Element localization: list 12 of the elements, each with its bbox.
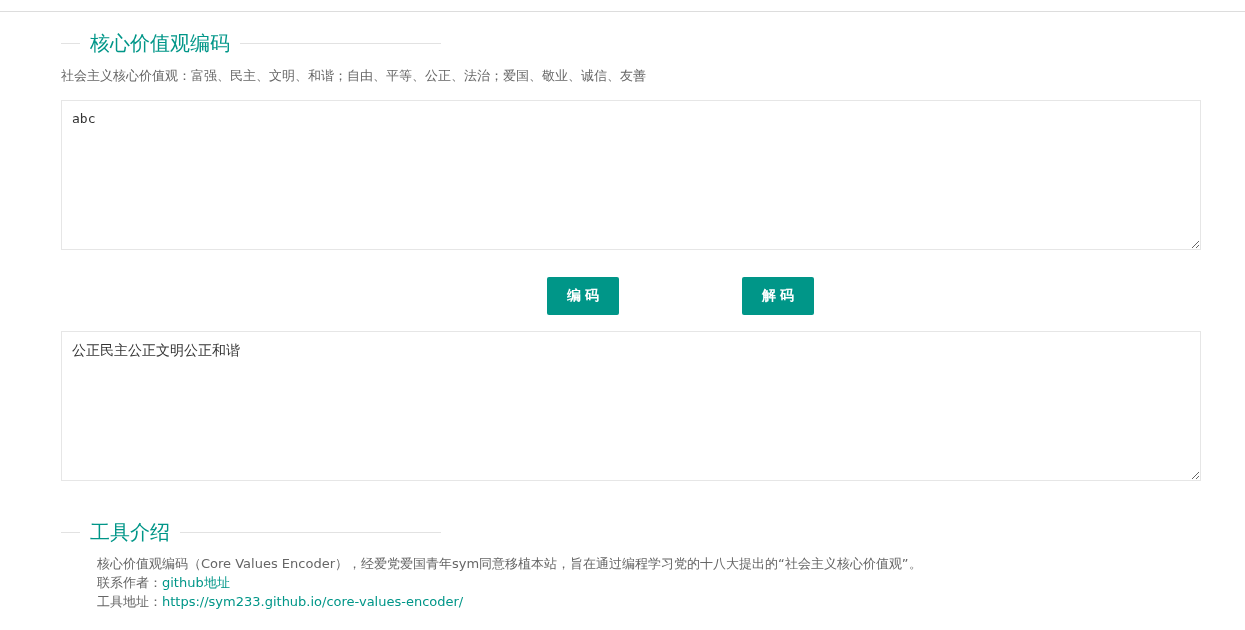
section-title: 工具介绍 xyxy=(89,519,171,546)
output-field[interactable]: 公正民主公正文明公正和谐 xyxy=(61,331,1201,481)
decode-button[interactable]: 解 码 xyxy=(742,277,814,315)
values-description: 社会主义核心价值观：富强、民主、文明、和谐；自由、平等、公正、法治；爱国、敬业、诚信、友善 xyxy=(61,67,647,85)
tool-description: 核心价值观编码（Core Values Encoder），经爱党爱国青年sym同意移植本站，旨在通过编程学习党的十八大提出的“社会主义核心价值观”。 xyxy=(97,555,923,573)
link[interactable]: https://sym233.github.io/core-values-encoder/ xyxy=(162,594,464,609)
encode-button[interactable]: 编 码 xyxy=(547,277,619,315)
link[interactable]: github地址 xyxy=(162,575,230,590)
info-label: 工具地址： xyxy=(97,594,162,609)
section-title: 核心价值观编码 xyxy=(89,30,231,57)
input-field[interactable]: abc xyxy=(61,100,1201,250)
info-label: 联系作者： xyxy=(97,575,162,590)
